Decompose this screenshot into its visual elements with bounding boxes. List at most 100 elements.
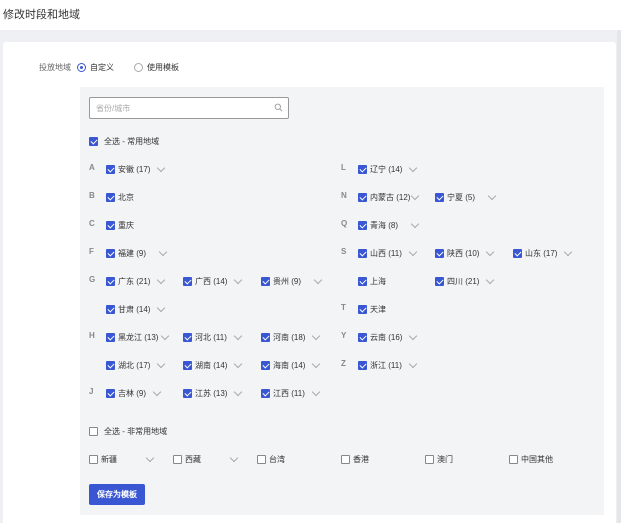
province-checkbox[interactable] bbox=[261, 332, 270, 342]
search-box[interactable] bbox=[89, 97, 289, 119]
chevron-down-icon[interactable] bbox=[311, 333, 321, 341]
scrollbar-track[interactable] bbox=[617, 30, 621, 523]
chevron-down-icon[interactable] bbox=[233, 361, 243, 369]
province-other[interactable]: 中国其他 bbox=[509, 453, 553, 465]
chevron-down-icon[interactable] bbox=[487, 193, 497, 201]
select-all-common[interactable]: 全选 - 常用地域 bbox=[89, 135, 159, 147]
province-yunnan[interactable]: 云南 (16) bbox=[358, 331, 418, 343]
select-all-common-checkbox[interactable] bbox=[89, 136, 98, 146]
province-liaoning[interactable]: 辽宁 (14) bbox=[358, 163, 418, 175]
province-guangdong[interactable]: 广东 (21) bbox=[106, 275, 166, 287]
province-zhejiang[interactable]: 浙江 (11) bbox=[358, 359, 418, 371]
chevron-down-icon[interactable] bbox=[485, 249, 495, 257]
chevron-down-icon[interactable] bbox=[408, 333, 418, 341]
province-checkbox[interactable] bbox=[183, 360, 192, 370]
province-anhui[interactable]: 安徽 (17) bbox=[106, 163, 166, 175]
province-checkbox[interactable] bbox=[89, 454, 98, 464]
province-guangxi[interactable]: 广西 (14) bbox=[183, 275, 243, 287]
chevron-down-icon[interactable] bbox=[160, 333, 170, 341]
chevron-down-icon[interactable] bbox=[233, 333, 243, 341]
chevron-down-icon[interactable] bbox=[156, 165, 166, 173]
chevron-down-icon[interactable] bbox=[156, 305, 166, 313]
province-checkbox[interactable] bbox=[106, 304, 115, 314]
chevron-down-icon[interactable] bbox=[485, 277, 495, 285]
search-input[interactable] bbox=[96, 102, 266, 114]
radio-use-template[interactable]: 使用模板 bbox=[134, 62, 179, 73]
chevron-down-icon[interactable] bbox=[313, 277, 323, 285]
province-tianjin[interactable]: 天津 bbox=[358, 303, 386, 315]
province-checkbox[interactable] bbox=[106, 164, 115, 174]
province-checkbox[interactable] bbox=[173, 454, 182, 464]
province-hubei[interactable]: 湖北 (17) bbox=[106, 359, 166, 371]
chevron-down-icon[interactable] bbox=[158, 249, 168, 257]
province-taiwan[interactable]: 台湾 bbox=[257, 453, 285, 465]
radio-template-dot[interactable] bbox=[134, 62, 143, 72]
province-checkbox[interactable] bbox=[183, 388, 192, 398]
chevron-down-icon[interactable] bbox=[156, 277, 166, 285]
province-jiangxi[interactable]: 江西 (11) bbox=[261, 387, 321, 399]
province-neimenggu[interactable]: 内蒙古 (12) bbox=[358, 191, 420, 203]
chevron-down-icon[interactable] bbox=[233, 277, 243, 285]
province-checkbox[interactable] bbox=[358, 276, 367, 286]
province-checkbox[interactable] bbox=[106, 276, 115, 286]
province-henan[interactable]: 河南 (18) bbox=[261, 331, 321, 343]
province-checkbox[interactable] bbox=[106, 388, 115, 398]
province-checkbox[interactable] bbox=[261, 360, 270, 370]
chevron-down-icon[interactable] bbox=[229, 455, 239, 463]
province-gansu[interactable]: 甘肃 (14) bbox=[106, 303, 166, 315]
chevron-down-icon[interactable] bbox=[311, 389, 321, 397]
chevron-down-icon[interactable] bbox=[233, 389, 243, 397]
province-hunan[interactable]: 湖南 (14) bbox=[183, 359, 243, 371]
province-checkbox[interactable] bbox=[106, 332, 115, 342]
province-checkbox[interactable] bbox=[509, 454, 518, 464]
province-checkbox[interactable] bbox=[358, 304, 367, 314]
province-heilongjiang[interactable]: 黑龙江 (13) bbox=[106, 331, 170, 343]
chevron-down-icon[interactable] bbox=[156, 361, 166, 369]
province-checkbox[interactable] bbox=[358, 220, 367, 230]
chevron-down-icon[interactable] bbox=[152, 389, 162, 397]
province-qinghai[interactable]: 青海 (8) bbox=[358, 219, 420, 231]
province-ningxia[interactable]: 宁夏 (5) bbox=[435, 191, 497, 203]
chevron-down-icon[interactable] bbox=[145, 455, 155, 463]
province-chongqing[interactable]: 重庆 bbox=[106, 219, 134, 231]
province-checkbox[interactable] bbox=[425, 454, 434, 464]
province-checkbox[interactable] bbox=[358, 360, 367, 370]
chevron-down-icon[interactable] bbox=[408, 165, 418, 173]
province-checkbox[interactable] bbox=[358, 164, 367, 174]
chevron-down-icon[interactable] bbox=[410, 221, 420, 229]
save-as-template-button[interactable]: 保存为模板 bbox=[89, 484, 145, 505]
select-all-uncommon-checkbox[interactable] bbox=[89, 426, 98, 436]
radio-custom-dot[interactable] bbox=[77, 62, 86, 72]
province-hainan[interactable]: 海南 (14) bbox=[261, 359, 321, 371]
province-checkbox[interactable] bbox=[261, 276, 270, 286]
province-checkbox[interactable] bbox=[358, 192, 367, 202]
province-checkbox[interactable] bbox=[261, 388, 270, 398]
province-shanxi[interactable]: 山西 (11) bbox=[358, 247, 418, 259]
chevron-down-icon[interactable] bbox=[311, 361, 321, 369]
province-checkbox[interactable] bbox=[257, 454, 266, 464]
province-checkbox[interactable] bbox=[358, 248, 367, 258]
province-hebei[interactable]: 河北 (11) bbox=[183, 331, 243, 343]
province-checkbox[interactable] bbox=[106, 248, 115, 258]
province-jilin[interactable]: 吉林 (9) bbox=[106, 387, 162, 399]
province-hongkong[interactable]: 香港 bbox=[341, 453, 369, 465]
province-shandong[interactable]: 山东 (17) bbox=[513, 247, 573, 259]
province-shanghai[interactable]: 上海 bbox=[358, 275, 386, 287]
province-checkbox[interactable] bbox=[435, 192, 444, 202]
search-icon[interactable] bbox=[274, 103, 283, 112]
chevron-down-icon[interactable] bbox=[563, 249, 573, 257]
province-shaanxi[interactable]: 陕西 (10) bbox=[435, 247, 495, 259]
radio-custom[interactable]: 自定义 bbox=[77, 62, 114, 73]
province-jiangsu[interactable]: 江苏 (13) bbox=[183, 387, 243, 399]
province-checkbox[interactable] bbox=[183, 276, 192, 286]
province-checkbox[interactable] bbox=[106, 192, 115, 202]
province-checkbox[interactable] bbox=[435, 276, 444, 286]
select-all-uncommon[interactable]: 全选 - 非常用地域 bbox=[89, 425, 167, 437]
province-guizhou[interactable]: 贵州 (9) bbox=[261, 275, 323, 287]
chevron-down-icon[interactable] bbox=[408, 249, 418, 257]
chevron-down-icon[interactable] bbox=[410, 193, 420, 201]
province-checkbox[interactable] bbox=[341, 454, 350, 464]
province-beijing[interactable]: 北京 bbox=[106, 191, 134, 203]
chevron-down-icon[interactable] bbox=[408, 361, 418, 369]
province-checkbox[interactable] bbox=[183, 332, 192, 342]
